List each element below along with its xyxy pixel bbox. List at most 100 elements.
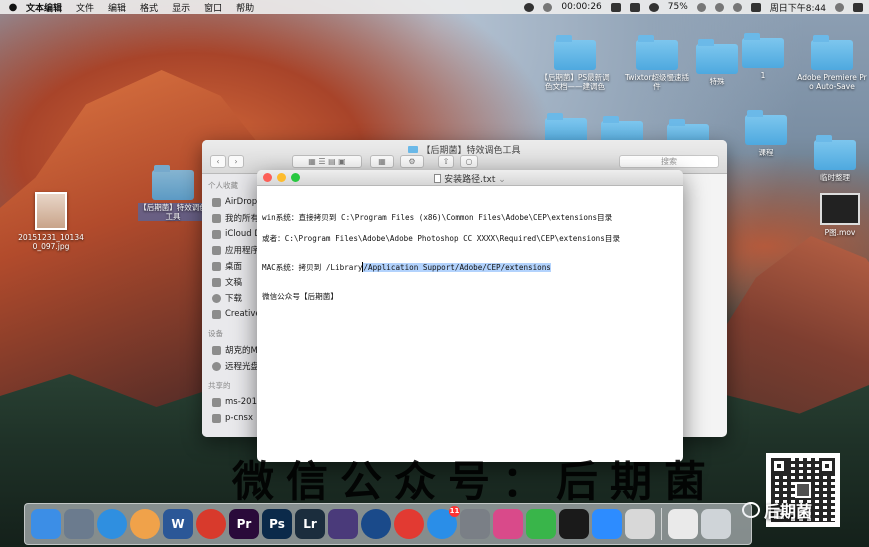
text-line-or[interactable]: 或者：C:\Program Files\Adobe\Adobe Photosho… <box>262 233 620 244</box>
sidebar-item-all-files[interactable]: 我的所有文件 <box>202 210 259 226</box>
battery-icon[interactable] <box>696 2 706 12</box>
finder-search-field[interactable]: 搜索 <box>619 155 719 168</box>
menu-window[interactable]: 窗口 <box>204 1 222 14</box>
menu-edit[interactable]: 编辑 <box>108 1 126 14</box>
tag-button[interactable]: ○ <box>460 155 478 168</box>
menu-help[interactable]: 帮助 <box>236 1 254 14</box>
laptop-icon <box>212 345 221 355</box>
spotlight-icon[interactable] <box>835 2 844 12</box>
text-line-win[interactable]: win系统：直接拷贝到 C:\Program Files (x86)\Commo… <box>262 212 612 223</box>
trash-icon[interactable] <box>701 509 731 539</box>
sidebar-item-downloads[interactable]: 下载 <box>202 290 259 306</box>
preview-icon[interactable] <box>625 509 655 539</box>
photos-icon[interactable] <box>130 509 160 539</box>
photo-thumbnail-icon <box>35 192 67 230</box>
desktop-folder-premiere[interactable]: Adobe Premiere Pro Auto-Save <box>797 35 867 91</box>
downloads-stack-icon[interactable] <box>668 509 698 539</box>
lightroom-icon[interactable]: Lr <box>295 509 325 539</box>
launchpad-icon[interactable] <box>64 509 94 539</box>
text-line-mac[interactable]: MAC系统：拷贝到 /Library/Application Support/A… <box>262 262 551 273</box>
back-button[interactable]: ‹ <box>210 155 226 168</box>
desktop-folder-temp[interactable]: 临时整理 <box>800 135 869 182</box>
photoshop-icon[interactable]: Ps <box>262 509 292 539</box>
sidebar-item-shared-1[interactable]: ms-2018 <box>202 394 259 410</box>
record-tray-icon[interactable] <box>543 2 553 12</box>
forward-button[interactable]: › <box>228 155 244 168</box>
menu-format[interactable]: 格式 <box>140 1 158 14</box>
safari-icon[interactable] <box>97 509 127 539</box>
desktop-folder-label: 特殊 <box>709 77 725 86</box>
screen-sharing-icon[interactable] <box>493 509 523 539</box>
desktop-folder-label: 1 <box>760 71 766 80</box>
dock-icon-glyph: W <box>171 517 185 531</box>
menu-view[interactable]: 显示 <box>172 1 190 14</box>
desktop-file-movie[interactable]: P图.mov <box>805 193 869 237</box>
menu-clock[interactable]: 周日下午8:44 <box>770 1 826 14</box>
share-button[interactable]: ⇧ <box>438 155 454 168</box>
record-timer: 00:00:26 <box>561 2 602 12</box>
desktop-file-photo[interactable]: 20151231_101340_097.jpg <box>16 192 86 251</box>
textedit-window: 安装路径.txt ⌄ win系统：直接拷贝到 C:\Program Files … <box>257 170 683 462</box>
sidebar-item-label: p-cnsx <box>225 413 253 423</box>
netease-music-icon[interactable] <box>394 509 424 539</box>
sidebar-item-applications[interactable]: 应用程序 <box>202 242 259 258</box>
qq-tray-icon[interactable] <box>524 2 535 12</box>
action-gear-button[interactable]: ⚙ <box>400 155 424 168</box>
sidebar-item-macbook[interactable]: 胡克的MacBook <box>202 342 259 358</box>
sidebar-item-desktop[interactable]: 桌面 <box>202 258 259 274</box>
desktop-file-label: P图.mov <box>824 228 856 237</box>
quicktime-icon[interactable] <box>361 509 391 539</box>
sidebar-item-creative-cloud[interactable]: Creative Cloud Files <box>202 306 259 322</box>
sidebar-item-remote-disc[interactable]: 远程光盘 <box>202 358 259 374</box>
applications-icon <box>212 245 221 255</box>
sidebar-item-airdrop[interactable]: AirDrop <box>202 194 259 210</box>
sidebar-item-shared-2[interactable]: p-cnsx <box>202 410 259 426</box>
screen-recorder-icon[interactable] <box>196 509 226 539</box>
view-mode-segment[interactable]: ▦ ☰ ▤ ▣ <box>292 155 362 168</box>
documents-icon <box>212 277 221 287</box>
apple-menu-icon[interactable]: ● <box>0 2 26 13</box>
menu-app-textedit[interactable]: 文本编辑 <box>26 1 62 14</box>
sidebar-item-label: 文稿 <box>225 278 243 288</box>
text-line-wechat[interactable]: 微信公众号【后期菌】 <box>262 291 338 302</box>
textedit-titlebar: 安装路径.txt ⌄ <box>257 170 683 186</box>
sidebar-item-icloud[interactable]: iCloud Drive <box>202 226 259 242</box>
qq-icon[interactable] <box>559 509 589 539</box>
final-cut-icon[interactable] <box>328 509 358 539</box>
textedit-title-text: 安装路径.txt <box>444 175 496 185</box>
download-icon <box>212 293 221 303</box>
dragged-folder[interactable]: 【后期菌】特效调色工具 <box>138 165 208 221</box>
text-selection[interactable]: /Application Support/Adobe/CEP/extension… <box>363 263 551 272</box>
desktop-icon <box>212 261 221 271</box>
zoom-icon[interactable] <box>592 509 622 539</box>
sidebar-item-label: AirDrop <box>225 197 258 207</box>
dropbox-tray-icon[interactable] <box>610 2 621 12</box>
movie-thumbnail-icon <box>820 193 860 225</box>
word-icon[interactable]: W <box>163 509 193 539</box>
desktop-folder-ps-doc[interactable]: 【后期菌】PS最新调色文档——建调色 <box>540 35 610 91</box>
arrange-button[interactable]: ▦ <box>370 155 394 168</box>
premiere-icon[interactable]: Pr <box>229 509 259 539</box>
system-preferences-icon[interactable] <box>460 509 490 539</box>
folder-icon <box>408 146 419 153</box>
title-chevron-icon[interactable]: ⌄ <box>495 175 506 185</box>
app-store-icon[interactable]: 11 <box>427 506 460 539</box>
input-tray-icon[interactable] <box>629 2 640 12</box>
volume-icon[interactable] <box>714 2 724 12</box>
wifi-icon[interactable] <box>732 2 742 12</box>
wechat-mac-icon[interactable] <box>526 509 556 539</box>
eye-tray-icon[interactable] <box>648 2 659 12</box>
desktop-folder-1[interactable]: 1 <box>728 33 798 80</box>
folder-icon <box>745 110 787 145</box>
menu-file[interactable]: 文件 <box>76 1 94 14</box>
input-source-icon[interactable] <box>750 2 761 12</box>
airdrop-icon <box>212 197 221 207</box>
desktop-folder-course[interactable]: 课程 <box>731 110 801 157</box>
network-computer-icon <box>212 397 221 407</box>
notification-center-icon[interactable] <box>853 2 863 12</box>
finder-icon[interactable] <box>31 509 61 539</box>
sidebar-item-label: ms-2018 <box>225 397 259 407</box>
text-mac-prefix: MAC系统：拷贝到 /Library <box>262 263 363 272</box>
document-icon <box>434 174 442 183</box>
sidebar-item-documents[interactable]: 文稿 <box>202 274 259 290</box>
